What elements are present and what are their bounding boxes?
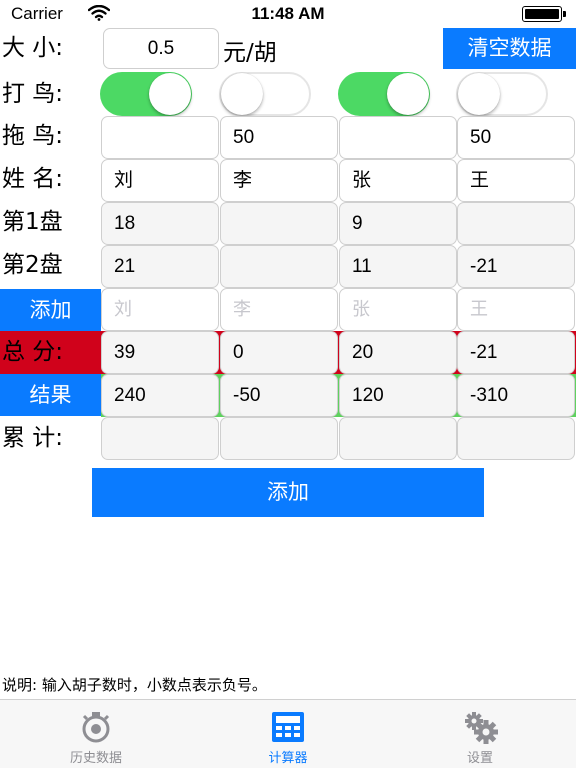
drag-input-2[interactable]: 50 [220, 116, 338, 159]
bird-label: 打 鸟: [2, 81, 64, 107]
cumulative-cell-2 [220, 417, 338, 460]
gear-icon [465, 712, 498, 744]
round2-cell-3[interactable]: 11 [339, 245, 457, 288]
cumulative-cell-1 [101, 417, 219, 460]
name-input-4[interactable]: 王 [457, 159, 575, 202]
clear-data-button[interactable]: 清空数据 [443, 28, 576, 69]
tab-settings[interactable]: 设置 [384, 700, 576, 768]
name-label: 姓 名: [2, 166, 64, 192]
tab-calculator[interactable]: 计算器 [192, 700, 384, 768]
total-cell-2: 0 [220, 331, 338, 374]
round1-cell-1[interactable]: 18 [101, 202, 219, 245]
instruction-note: 说明: 输入胡子数时，小数点表示负号。 [2, 676, 267, 694]
drag-input-4[interactable]: 50 [457, 116, 575, 159]
new-round-input-3[interactable]: 张 [339, 288, 457, 331]
tab-history[interactable]: 历史数据 [0, 700, 192, 768]
drag-input-1[interactable] [101, 116, 219, 159]
total-cell-3: 20 [339, 331, 457, 374]
round1-cell-2[interactable] [220, 202, 338, 245]
round2-cell-2[interactable] [220, 245, 338, 288]
result-cell-2: -50 [220, 374, 338, 417]
bird-toggle-3[interactable] [338, 72, 430, 116]
drag-input-3[interactable] [339, 116, 457, 159]
name-input-2[interactable]: 李 [220, 159, 338, 202]
size-label: 大 小: [2, 35, 64, 61]
name-input-1[interactable]: 刘 [101, 159, 219, 202]
bird-toggle-4[interactable] [456, 72, 548, 116]
new-round-input-1[interactable]: 刘 [101, 288, 219, 331]
round2-label: 第2盘 [2, 252, 63, 278]
status-bar: Carrier 11:48 AM [0, 0, 576, 28]
result-button[interactable]: 结果 [0, 374, 101, 416]
tab-calculator-label: 计算器 [268, 751, 308, 766]
cumulative-cell-4 [457, 417, 575, 460]
bird-toggle-2[interactable] [219, 72, 311, 116]
total-cell-1: 39 [101, 331, 219, 374]
drag-label: 拖 鸟: [2, 123, 64, 149]
name-input-3[interactable]: 张 [339, 159, 457, 202]
new-round-input-2[interactable]: 李 [220, 288, 338, 331]
cumulative-label: 累 计: [2, 425, 64, 451]
result-cell-4: -310 [457, 374, 575, 417]
tab-settings-label: 设置 [466, 751, 493, 766]
new-round-input-4[interactable]: 王 [457, 288, 575, 331]
unit-label: 元/胡 [223, 40, 277, 66]
main-add-button[interactable]: 添加 [92, 468, 484, 517]
total-cell-4: -21 [457, 331, 575, 374]
tab-history-label: 历史数据 [69, 751, 122, 766]
round1-label: 第1盘 [2, 209, 63, 235]
history-icon [82, 712, 110, 743]
result-cell-3: 120 [339, 374, 457, 417]
round2-cell-1[interactable]: 21 [101, 245, 219, 288]
add-round-button[interactable]: 添加 [0, 289, 101, 331]
tab-bar: 历史数据 计算器 设置 [0, 699, 576, 768]
clock: 11:48 AM [251, 4, 325, 23]
size-input[interactable]: 0.5 [103, 28, 219, 69]
round2-cell-4[interactable]: -21 [457, 245, 575, 288]
result-cell-1: 240 [101, 374, 219, 417]
round1-cell-4[interactable] [457, 202, 575, 245]
calculator-icon [272, 712, 304, 742]
bird-toggle-1[interactable] [100, 72, 192, 116]
cumulative-cell-3 [339, 417, 457, 460]
round1-cell-3[interactable]: 9 [339, 202, 457, 245]
total-label: 总 分: [2, 339, 64, 365]
battery-icon [522, 6, 566, 22]
